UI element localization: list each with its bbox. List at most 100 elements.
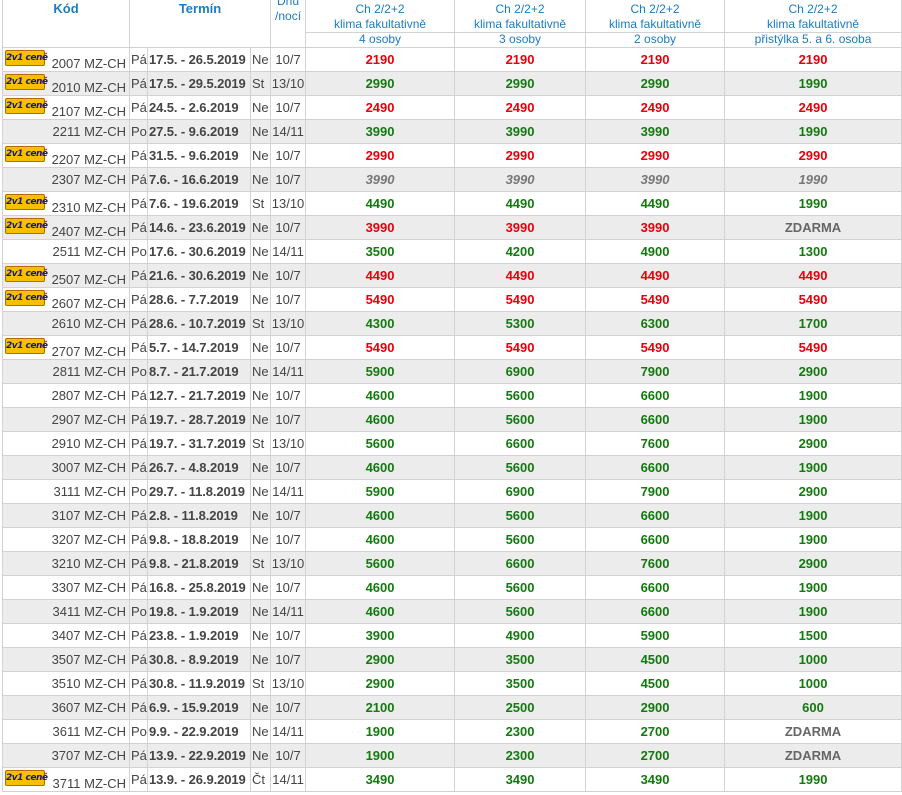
cell-code[interactable]: 3307 MZ-CH	[2, 575, 130, 600]
cell-code[interactable]: 2v1 ceně 2310 MZ-CH	[2, 191, 130, 216]
cell-code[interactable]: 2910 MZ-CH	[2, 431, 130, 456]
cell-code[interactable]: 2v1 ceně 2607 MZ-CH	[2, 287, 130, 312]
cell-code[interactable]: 2v1 ceně 2707 MZ-CH	[2, 335, 130, 360]
table-row[interactable]: 2610 MZ-CH Pá 28.6. - 10.7.2019 St 13/10 4300…	[2, 311, 902, 336]
table-row[interactable]: 3007 MZ-CH Pá 26.7. - 4.8.2019 Ne 10/7 4600 56…	[2, 455, 902, 480]
table-row[interactable]: 2v1 ceně 2407 MZ-CH Pá 14.6. - 23.6.2019 Ne 1…	[2, 215, 902, 240]
cell-code[interactable]: 2610 MZ-CH	[2, 311, 130, 336]
table-row[interactable]: 3307 MZ-CH Pá 16.8. - 25.8.2019 Ne 10/7 4600 5…	[2, 575, 902, 600]
table-row[interactable]: 2807 MZ-CH Pá 12.7. - 21.7.2019 Ne 10/7 4600 5…	[2, 383, 902, 408]
tour-code[interactable]: 3411 MZ-CH	[53, 604, 126, 619]
tour-code[interactable]: 2107 MZ-CH	[52, 104, 126, 119]
cell-code[interactable]: 2807 MZ-CH	[2, 383, 130, 408]
cell-code[interactable]: 3411 MZ-CH	[2, 599, 130, 624]
cell-code[interactable]: 3111 MZ-CH	[2, 479, 130, 504]
table-row[interactable]: 2910 MZ-CH Pá 19.7. - 31.7.2019 St 13/10 5600…	[2, 431, 902, 456]
table-row[interactable]: 2v1 ceně 2507 MZ-CH Pá 21.6. - 30.6.2019 Ne 1…	[2, 263, 902, 288]
cell-price-3: 6600	[585, 527, 726, 552]
tour-code[interactable]: 2010 MZ-CH	[52, 80, 126, 95]
cell-code[interactable]: 2811 MZ-CH	[2, 359, 130, 384]
tour-code[interactable]: 2607 MZ-CH	[52, 296, 126, 311]
table-row[interactable]: 2v1 ceně 2310 MZ-CH Pá 7.6. - 19.6.2019 St 13…	[2, 191, 902, 216]
tour-code[interactable]: 2807 MZ-CH	[52, 388, 126, 403]
tour-code[interactable]: 3607 MZ-CH	[52, 700, 126, 715]
table-row[interactable]: 3111 MZ-CH Po 29.7. - 11.8.2019 Ne 14/11 5900…	[2, 479, 902, 504]
cell-code[interactable]: 2v1 ceně 3711 MZ-CH	[2, 767, 130, 792]
table-row[interactable]: 2511 MZ-CH Po 17.6. - 30.6.2019 Ne 14/11 3500…	[2, 239, 902, 264]
cell-code[interactable]: 2v1 ceně 2207 MZ-CH	[2, 143, 130, 168]
tour-code[interactable]: 2507 MZ-CH	[52, 272, 126, 287]
tour-code[interactable]: 3707 MZ-CH	[52, 748, 126, 763]
table-row[interactable]: 3510 MZ-CH Pá 30.8. - 11.9.2019 St 13/10 2900…	[2, 671, 902, 696]
table-row[interactable]: 3707 MZ-CH Pá 13.9. - 22.9.2019 Ne 10/7 1900 2…	[2, 743, 902, 768]
table-row[interactable]: 3607 MZ-CH Pá 6.9. - 15.9.2019 Ne 10/7 2100 25…	[2, 695, 902, 720]
cell-nights: 10/7	[270, 623, 307, 648]
table-row[interactable]: 2307 MZ-CH Pá 7.6. - 16.6.2019 Ne 10/7 3990 39…	[2, 167, 902, 192]
tour-code[interactable]: 3407 MZ-CH	[52, 628, 126, 643]
cell-code[interactable]: 2907 MZ-CH	[2, 407, 130, 432]
cell-price-3: 2990	[585, 143, 726, 168]
cell-code[interactable]: 2v1 ceně 2407 MZ-CH	[2, 215, 130, 240]
tour-code[interactable]: 3207 MZ-CH	[52, 532, 126, 547]
tour-code[interactable]: 2211 MZ-CH	[53, 124, 126, 139]
cell-code[interactable]: 3611 MZ-CH	[2, 719, 130, 744]
table-row[interactable]: 3411 MZ-CH Po 19.8. - 1.9.2019 Ne 14/11 4600 5…	[2, 599, 902, 624]
table-row[interactable]: 3210 MZ-CH Pá 9.8. - 21.8.2019 St 13/10 5600 6…	[2, 551, 902, 576]
table-row[interactable]: 3407 MZ-CH Pá 23.8. - 1.9.2019 Ne 10/7 3900 49…	[2, 623, 902, 648]
cell-code[interactable]: 2v1 ceně 2007 MZ-CH	[2, 47, 130, 72]
tour-code[interactable]: 3007 MZ-CH	[52, 460, 126, 475]
cell-code[interactable]: 2211 MZ-CH	[2, 119, 130, 144]
cell-code[interactable]: 3607 MZ-CH	[2, 695, 130, 720]
table-row[interactable]: 2v1 ceně 2007 MZ-CH Pá 17.5. - 26.5.2019 Ne 1…	[2, 47, 902, 72]
table-row[interactable]: 2v1 ceně 2607 MZ-CH Pá 28.6. - 7.7.2019 Ne 10…	[2, 287, 902, 312]
table-row[interactable]: 2907 MZ-CH Pá 19.7. - 28.7.2019 Ne 10/7 4600 5…	[2, 407, 902, 432]
cell-code[interactable]: 3207 MZ-CH	[2, 527, 130, 552]
tour-code[interactable]: 2610 MZ-CH	[52, 316, 126, 331]
cell-price-1: 4300	[305, 311, 456, 336]
cell-nights: 10/7	[270, 695, 307, 720]
tour-code[interactable]: 2407 MZ-CH	[52, 224, 126, 239]
tour-code[interactable]: 2811 MZ-CH	[53, 364, 126, 379]
cell-code[interactable]: 3007 MZ-CH	[2, 455, 130, 480]
tour-code[interactable]: 3507 MZ-CH	[52, 652, 126, 667]
tour-code[interactable]: 3210 MZ-CH	[52, 556, 126, 571]
cell-code[interactable]: 3510 MZ-CH	[2, 671, 130, 696]
table-row[interactable]: 2v1 ceně 2707 MZ-CH Pá 5.7. - 14.7.2019 Ne 10…	[2, 335, 902, 360]
table-row[interactable]: 3611 MZ-CH Po 9.9. - 22.9.2019 Ne 14/11 1900 2…	[2, 719, 902, 744]
table-row[interactable]: 3507 MZ-CH Pá 30.8. - 8.9.2019 Ne 10/7 2900 35…	[2, 647, 902, 672]
tour-code[interactable]: 3711 MZ-CH	[53, 776, 126, 791]
cell-code[interactable]: 2v1 ceně 2507 MZ-CH	[2, 263, 130, 288]
cell-code[interactable]: 3707 MZ-CH	[2, 743, 130, 768]
cell-end-day: Ne	[249, 407, 272, 432]
table-row[interactable]: 2211 MZ-CH Po 27.5. - 9.6.2019 Ne 14/11 3990 3…	[2, 119, 902, 144]
cell-code[interactable]: 2511 MZ-CH	[2, 239, 130, 264]
tour-code[interactable]: 3611 MZ-CH	[53, 724, 126, 739]
table-row[interactable]: 3107 MZ-CH Pá 2.8. - 11.8.2019 Ne 10/7 4600 56…	[2, 503, 902, 528]
table-row[interactable]: 2v1 ceně 2107 MZ-CH Pá 24.5. - 2.6.2019 Ne 10…	[2, 95, 902, 120]
cell-code[interactable]: 2v1 ceně 2010 MZ-CH	[2, 71, 130, 96]
cell-code[interactable]: 2307 MZ-CH	[2, 167, 130, 192]
table-row[interactable]: 2v1 ceně 2207 MZ-CH Pá 31.5. - 9.6.2019 Ne 10…	[2, 143, 902, 168]
tour-code[interactable]: 3307 MZ-CH	[52, 580, 126, 595]
table-row[interactable]: 2v1 ceně 3711 MZ-CH Pá 13.9. - 26.9.2019 Čt 1…	[2, 767, 902, 792]
tour-code[interactable]: 3107 MZ-CH	[52, 508, 126, 523]
tour-code[interactable]: 2707 MZ-CH	[52, 344, 126, 359]
tour-code[interactable]: 2907 MZ-CH	[52, 412, 126, 427]
cell-code[interactable]: 3210 MZ-CH	[2, 551, 130, 576]
tour-code[interactable]: 2310 MZ-CH	[52, 200, 126, 215]
tour-code[interactable]: 3510 MZ-CH	[52, 676, 126, 691]
cell-code[interactable]: 3507 MZ-CH	[2, 647, 130, 672]
table-row[interactable]: 2v1 ceně 2010 MZ-CH Pá 17.5. - 29.5.2019 St 1…	[2, 71, 902, 96]
tour-code[interactable]: 3111 MZ-CH	[54, 484, 126, 499]
tour-code[interactable]: 2511 MZ-CH	[53, 244, 126, 259]
tour-code[interactable]: 2207 MZ-CH	[52, 152, 126, 167]
cell-code[interactable]: 3107 MZ-CH	[2, 503, 130, 528]
tour-code[interactable]: 2007 MZ-CH	[52, 56, 126, 71]
tour-code[interactable]: 2307 MZ-CH	[52, 172, 126, 187]
tour-code[interactable]: 2910 MZ-CH	[52, 436, 126, 451]
table-row[interactable]: 2811 MZ-CH Po 8.7. - 21.7.2019 Ne 14/11 5900 6…	[2, 359, 902, 384]
cell-code[interactable]: 2v1 ceně 2107 MZ-CH	[2, 95, 130, 120]
cell-price-1: 2900	[305, 671, 456, 696]
cell-code[interactable]: 3407 MZ-CH	[2, 623, 130, 648]
table-row[interactable]: 3207 MZ-CH Pá 9.8. - 18.8.2019 Ne 10/7 4600 56…	[2, 527, 902, 552]
